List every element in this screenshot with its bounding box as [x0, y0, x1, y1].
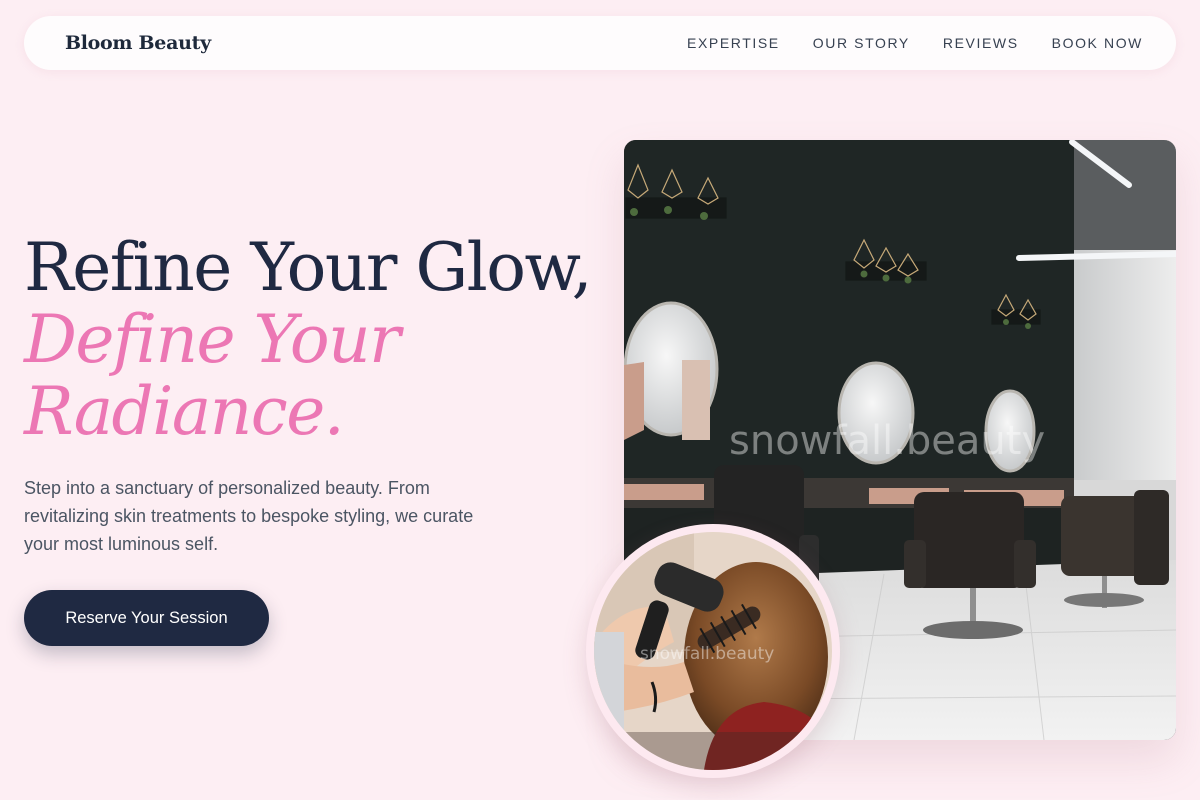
hero-title: Refine Your Glow, Define Your Radiance. — [24, 229, 593, 450]
styling-inset-image: snowfall.beauty — [586, 524, 840, 778]
nav-book-now[interactable]: BOOK NOW — [1052, 35, 1143, 51]
site-header: Bloom Beauty EXPERTISE OUR STORY REVIEWS… — [24, 16, 1176, 70]
hero-title-line2: Define Your — [24, 301, 401, 378]
mirror-center — [837, 361, 915, 465]
hero-description: Step into a sanctuary of personalized be… — [24, 478, 474, 554]
mirror-right — [984, 389, 1036, 473]
reserve-session-button[interactable]: Reserve Your Session — [24, 590, 269, 646]
hero-title-line1: Refine Your Glow, — [24, 229, 593, 306]
nav-our-story[interactable]: OUR STORY — [813, 35, 910, 51]
nav-expertise[interactable]: EXPERTISE — [687, 35, 780, 51]
logo[interactable]: Bloom Beauty — [65, 32, 211, 54]
main-nav: EXPERTISE OUR STORY REVIEWS BOOK NOW — [687, 35, 1143, 51]
hair-styling-illustration — [594, 532, 832, 770]
nav-reviews[interactable]: REVIEWS — [943, 35, 1019, 51]
hero-title-line3: Radiance. — [24, 373, 345, 450]
